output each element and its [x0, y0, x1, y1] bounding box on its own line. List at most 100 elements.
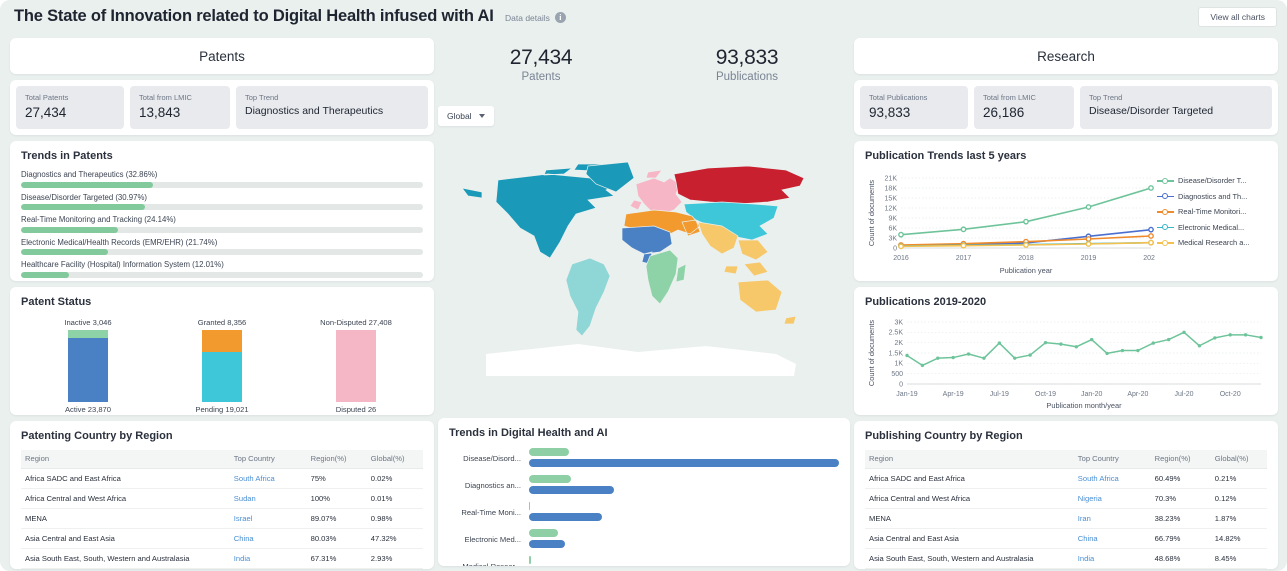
line-series[interactable]	[906, 331, 1262, 367]
data-point[interactable]	[1136, 348, 1140, 353]
table-cell-country-link[interactable]: China	[1073, 528, 1151, 549]
tab-research[interactable]: Research	[854, 38, 1278, 74]
data-point[interactable]	[1105, 351, 1109, 356]
data-point[interactable]	[1148, 226, 1154, 233]
column-header[interactable]: Region(%)	[306, 450, 367, 469]
data-point[interactable]	[936, 356, 940, 360]
legend-item[interactable]: Real-Time Monitori...	[1157, 207, 1249, 216]
data-point[interactable]	[1148, 185, 1154, 191]
data-point[interactable]	[1120, 348, 1125, 353]
table-cell-country-link[interactable]: United States Of A...	[1073, 568, 1151, 569]
view-all-charts-button[interactable]: View all charts	[1198, 7, 1277, 27]
table-row[interactable]: Asia Central and East Asia China 80.03% 47.…	[21, 528, 423, 549]
data-point[interactable]	[920, 363, 925, 368]
bar-patents[interactable]	[529, 556, 532, 564]
table-row[interactable]: Africa SADC and East Africa South Africa 6…	[865, 468, 1267, 489]
legend-item[interactable]: Diagnostics and Th...	[1157, 192, 1249, 201]
patent-status-group[interactable]: Granted 8,356 Pending 19,021	[162, 318, 282, 414]
column-header[interactable]: Region	[21, 450, 230, 469]
data-point[interactable]	[1213, 336, 1217, 340]
table-row[interactable]: Asia South East, South, Western and Aust…	[21, 548, 423, 569]
table-cell-country-link[interactable]: United States Of A...	[229, 568, 307, 569]
bar-publications[interactable]	[529, 485, 615, 494]
table-cell-country-link[interactable]: Iran	[1073, 508, 1151, 529]
data-point[interactable]	[960, 242, 967, 249]
publication-trends-chart[interactable]: 0 3K 6K 9K 12K 15K 18K 21K 2016 2017 2018 2019 2020 P…	[865, 170, 1155, 278]
patent-status-top-segment[interactable]	[68, 330, 108, 339]
data-point[interactable]	[966, 352, 971, 356]
data-point[interactable]	[1148, 233, 1154, 239]
data-point[interactable]	[1148, 239, 1154, 246]
table-cell-country-link[interactable]: Israel	[229, 508, 307, 529]
data-point[interactable]	[1182, 330, 1186, 335]
data-point[interactable]	[1197, 344, 1202, 348]
bar-patents[interactable]	[529, 529, 559, 537]
data-point[interactable]	[1243, 333, 1248, 337]
data-point[interactable]	[1085, 236, 1092, 242]
data-point[interactable]	[1013, 356, 1017, 360]
data-point[interactable]	[1028, 353, 1032, 357]
patent-status-bottom-segment[interactable]	[68, 338, 108, 402]
data-point[interactable]	[1151, 341, 1155, 345]
table-row[interactable]: MENA Israel 89.07% 0.98%	[21, 508, 423, 529]
column-header[interactable]: Top Country	[1073, 450, 1151, 469]
table-cell-country-link[interactable]: Sudan	[229, 488, 307, 509]
column-header[interactable]: Region	[865, 450, 1074, 469]
data-point[interactable]	[1023, 242, 1029, 248]
bar-publications[interactable]	[529, 458, 839, 467]
column-header[interactable]: Region(%)	[1150, 450, 1211, 469]
data-point[interactable]	[997, 341, 1002, 345]
bar-publications[interactable]	[529, 512, 602, 521]
line-series[interactable]	[900, 187, 1152, 236]
data-point[interactable]	[1259, 335, 1263, 340]
scope-dropdown[interactable]: Global	[438, 106, 494, 126]
data-point[interactable]	[982, 356, 986, 360]
data-point[interactable]	[1166, 337, 1171, 342]
patent-status-top-segment[interactable]	[336, 330, 376, 402]
table-cell-country-link[interactable]: India	[1073, 548, 1151, 569]
column-header[interactable]: Top Country	[229, 450, 307, 469]
table-row[interactable]: Americas North AmericaUnited States Of A…	[865, 568, 1267, 569]
info-icon[interactable]: i	[554, 12, 566, 23]
table-cell-country-link[interactable]: South Africa	[1073, 468, 1151, 489]
data-details[interactable]: Data details i	[505, 12, 566, 23]
data-point[interactable]	[960, 226, 967, 233]
table-cell-country-link[interactable]: China	[229, 528, 307, 549]
patent-status-group[interactable]: Inactive 3,046 Active 23,870	[28, 318, 148, 414]
grouped-bar-row[interactable]: Diagnostics an...	[449, 475, 839, 496]
data-point[interactable]	[1059, 342, 1063, 346]
table-row[interactable]: Africa Central and West Africa Sudan 100% 0…	[21, 488, 423, 509]
patent-status-bar[interactable]	[336, 330, 376, 402]
legend-item[interactable]: Medical Research a...	[1157, 238, 1249, 247]
data-point[interactable]	[1085, 241, 1092, 247]
data-point[interactable]	[898, 243, 904, 250]
legend-item[interactable]: Electronic Medical...	[1157, 223, 1249, 232]
table-cell-country-link[interactable]: South Africa	[229, 468, 307, 489]
grouped-bar-row[interactable]: Medical Resear...	[449, 556, 839, 566]
data-point[interactable]	[898, 231, 904, 238]
patent-status-bar[interactable]	[68, 330, 108, 402]
data-point[interactable]	[1085, 204, 1092, 210]
grouped-bar-row[interactable]: Electronic Med...	[449, 529, 839, 550]
data-point[interactable]	[1043, 340, 1048, 345]
world-region-map[interactable]	[438, 140, 850, 412]
column-header[interactable]: Global(%)	[1210, 450, 1267, 469]
data-point[interactable]	[1089, 337, 1094, 342]
table-row[interactable]: Asia South East, South, Western and Aust…	[865, 548, 1267, 569]
tab-patents[interactable]: Patents	[10, 38, 434, 74]
bar-publications[interactable]	[529, 539, 565, 548]
grouped-bar-row[interactable]: Real-Time Moni...	[449, 502, 839, 523]
column-header[interactable]: Global(%)	[366, 450, 423, 469]
legend-item[interactable]: Disease/Disorder T...	[1157, 176, 1249, 185]
table-row[interactable]: Africa SADC and East Africa South Africa 7…	[21, 468, 423, 489]
bar-patents[interactable]	[529, 502, 531, 510]
data-point[interactable]	[1074, 345, 1079, 349]
data-point[interactable]	[905, 353, 909, 358]
table-cell-country-link[interactable]: Nigeria	[1073, 488, 1151, 509]
table-row[interactable]: MENA Iran 38.23% 1.87%	[865, 508, 1267, 529]
data-point[interactable]	[1228, 333, 1232, 337]
data-point[interactable]	[951, 355, 955, 360]
bar-patents[interactable]	[529, 448, 570, 456]
patent-status-group[interactable]: Non-Disputed 27,408 Disputed 26	[296, 318, 416, 414]
grouped-bar-row[interactable]: Disease/Disord...	[449, 448, 839, 469]
